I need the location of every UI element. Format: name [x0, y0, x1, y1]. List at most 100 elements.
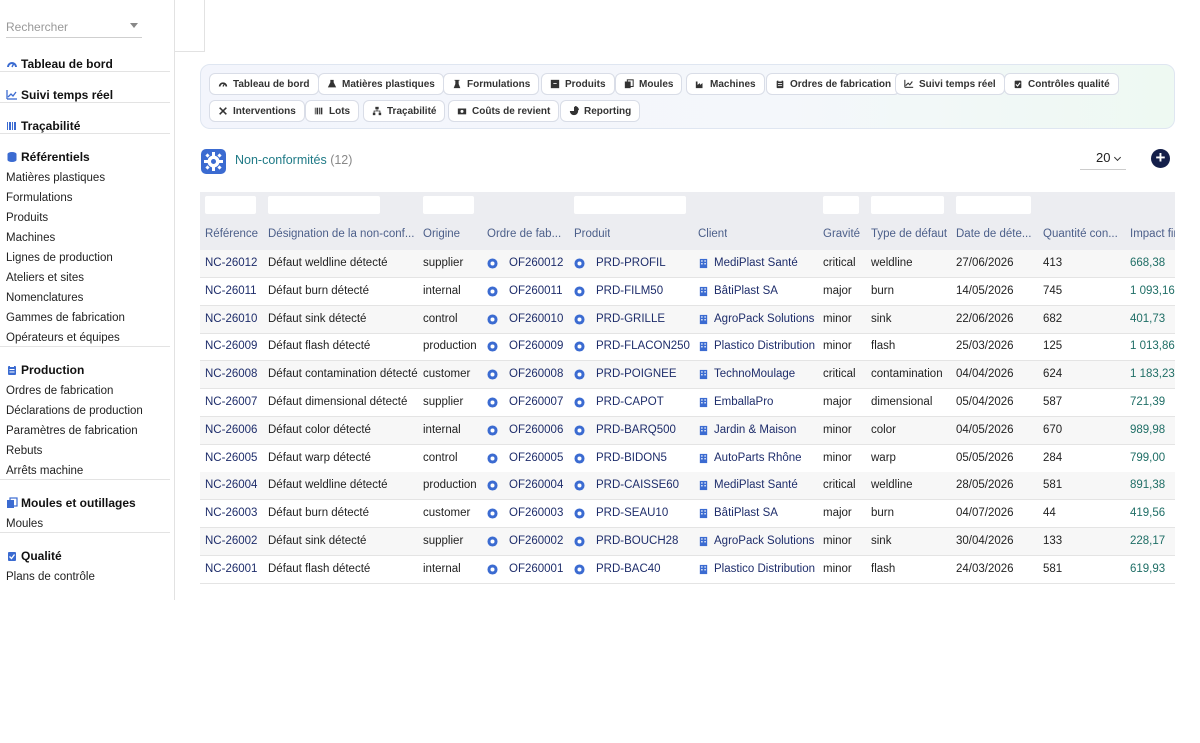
table-cell[interactable]: NC-26005 — [205, 452, 257, 464]
table-cell[interactable]: Plastico Distribution — [714, 563, 815, 575]
module-button[interactable]: Reporting — [560, 100, 641, 122]
table-cell[interactable]: TechnoMoulage — [714, 368, 795, 380]
table-cell[interactable]: NC-26011 — [205, 285, 257, 297]
table-cell[interactable]: Jardin & Maison — [714, 424, 796, 436]
column-filter-input[interactable] — [268, 196, 380, 214]
sidebar-section-4[interactable]: Production — [0, 360, 84, 380]
column-header[interactable]: Désignation de la non-conf... — [268, 228, 414, 240]
table-row[interactable]: NC-26011 Défaut burn détecté internal OF260… — [200, 278, 1175, 306]
column-header[interactable]: Impact fir — [1130, 228, 1175, 240]
table-cell[interactable]: OF260009 — [509, 340, 563, 352]
column-filter-input[interactable] — [574, 196, 686, 214]
sidebar-item[interactable]: Lignes de production — [0, 248, 113, 268]
column-header[interactable]: Gravité — [823, 228, 860, 240]
table-cell[interactable]: AgroPack Solutions — [714, 535, 814, 547]
table-cell[interactable]: NC-26007 — [205, 396, 257, 408]
sidebar-item[interactable]: Ateliers et sites — [0, 268, 84, 288]
module-button[interactable]: Ordres de fabrication — [766, 73, 901, 95]
module-button[interactable]: Matières plastiques — [318, 73, 444, 95]
table-cell[interactable]: NC-26008 — [205, 368, 257, 380]
table-row[interactable]: NC-26007 Défaut dimensional détecté suppli… — [200, 389, 1175, 417]
sidebar-item[interactable]: Produits — [0, 208, 48, 228]
table-cell[interactable]: OF260002 — [509, 535, 563, 547]
table-cell[interactable]: PRD-FLACON250 — [596, 340, 690, 352]
module-button[interactable]: Coûts de revient — [448, 100, 560, 122]
column-filter-input[interactable] — [205, 196, 256, 214]
table-cell[interactable]: OF260003 — [509, 507, 563, 519]
column-header[interactable]: Type de défaut — [871, 228, 947, 240]
table-cell[interactable]: OF260001 — [509, 563, 563, 575]
table-cell[interactable]: PRD-CAPOT — [596, 396, 664, 408]
sidebar-item[interactable]: Nomenclatures — [0, 288, 83, 308]
table-cell[interactable]: PRD-BOUCH28 — [596, 535, 678, 547]
table-cell[interactable]: BâtiPlast SA — [714, 285, 778, 297]
table-cell[interactable]: AgroPack Solutions — [714, 313, 814, 325]
page-size-select[interactable]: 20 — [1080, 146, 1126, 170]
module-button[interactable]: Contrôles qualité — [1004, 73, 1119, 95]
table-row[interactable]: NC-26005 Défaut warp détecté control OF2600… — [200, 445, 1175, 473]
table-row[interactable]: NC-26006 Défaut color détecté internal OF26… — [200, 416, 1175, 445]
column-header[interactable]: Produit — [574, 228, 610, 240]
column-header[interactable]: Quantité con... — [1043, 228, 1118, 240]
module-button[interactable]: Produits — [541, 73, 615, 95]
table-cell[interactable]: OF260007 — [509, 396, 563, 408]
chevron-down-icon[interactable] — [130, 23, 138, 28]
table-cell[interactable]: OF260010 — [509, 313, 563, 325]
table-cell[interactable]: PRD-POIGNEE — [596, 368, 677, 380]
table-row[interactable]: NC-26004 Défaut weldline détecté productio… — [200, 472, 1175, 501]
module-button[interactable]: Traçabilité — [363, 100, 446, 122]
table-cell[interactable]: NC-26006 — [205, 424, 257, 436]
table-cell[interactable]: NC-26001 — [205, 563, 257, 575]
sidebar-section-3[interactable]: Référentiels — [0, 147, 90, 167]
sidebar-item[interactable]: Arrêts machine — [0, 461, 83, 481]
column-filter-input[interactable] — [823, 196, 859, 214]
column-header[interactable]: Ordre de fab... — [487, 228, 561, 240]
table-cell[interactable]: NC-26002 — [205, 535, 257, 547]
sidebar-item[interactable]: Machines — [0, 228, 55, 248]
sidebar-item[interactable]: Ordres de fabrication — [0, 381, 113, 401]
add-button[interactable]: + — [1151, 149, 1170, 168]
table-cell[interactable]: PRD-FILM50 — [596, 285, 663, 297]
table-cell[interactable]: OF260006 — [509, 424, 563, 436]
sidebar-item[interactable]: Rebuts — [0, 441, 42, 461]
table-row[interactable]: NC-26009 Défaut flash détecté production OF… — [200, 333, 1175, 362]
table-cell[interactable]: NC-26010 — [205, 313, 257, 325]
table-cell[interactable]: PRD-SEAU10 — [596, 507, 668, 519]
column-filter-input[interactable] — [871, 196, 944, 214]
table-cell[interactable]: PRD-GRILLE — [596, 313, 665, 325]
sidebar-item[interactable]: Opérateurs et équipes — [0, 328, 120, 348]
table-row[interactable]: NC-26001 Défaut flash détecté internal OF26… — [200, 556, 1175, 584]
column-filter-input[interactable] — [956, 196, 1031, 214]
table-cell[interactable]: NC-26012 — [205, 257, 257, 269]
table-cell[interactable]: BâtiPlast SA — [714, 507, 778, 519]
sidebar-section-5[interactable]: Moules et outillages — [0, 493, 136, 513]
sidebar-item[interactable]: Déclarations de production — [0, 401, 143, 421]
column-header[interactable]: Origine — [423, 228, 460, 240]
search-input[interactable]: Rechercher — [6, 18, 142, 38]
table-cell[interactable]: MediPlast Santé — [714, 257, 798, 269]
module-button[interactable]: Machines — [686, 73, 765, 95]
table-cell[interactable]: EmballaPro — [714, 396, 773, 408]
table-cell[interactable]: OF260005 — [509, 452, 563, 464]
table-cell[interactable]: NC-26004 — [205, 479, 257, 491]
table-cell[interactable]: PRD-BARQ500 — [596, 424, 676, 436]
sidebar-item[interactable]: Formulations — [0, 188, 72, 208]
table-cell[interactable]: AutoParts Rhône — [714, 452, 802, 464]
table-cell[interactable]: NC-26003 — [205, 507, 257, 519]
module-button[interactable]: Tableau de bord — [209, 73, 319, 95]
sidebar-item[interactable]: Matières plastiques — [0, 168, 105, 188]
table-row[interactable]: NC-26010 Défaut sink détecté control OF2600… — [200, 305, 1175, 334]
module-button[interactable]: Lots — [305, 100, 360, 122]
table-cell[interactable]: MediPlast Santé — [714, 479, 798, 491]
column-header[interactable]: Date de déte... — [956, 228, 1031, 240]
module-button[interactable]: Interventions — [209, 100, 305, 122]
module-button[interactable]: Suivi temps réel — [895, 73, 1005, 95]
table-cell[interactable]: NC-26009 — [205, 340, 257, 352]
table-row[interactable]: NC-26008 Défaut contamination détecté cust… — [200, 361, 1175, 390]
sidebar-section-6[interactable]: Qualité — [0, 546, 62, 566]
table-row[interactable]: NC-26012 Défaut weldline détecté supplier O… — [200, 250, 1175, 278]
module-button[interactable]: Formulations — [443, 73, 540, 95]
sidebar-item[interactable]: Plans de contrôle — [0, 567, 95, 587]
sidebar-item[interactable]: Moules — [0, 514, 43, 534]
column-header[interactable]: Référence — [205, 228, 258, 240]
